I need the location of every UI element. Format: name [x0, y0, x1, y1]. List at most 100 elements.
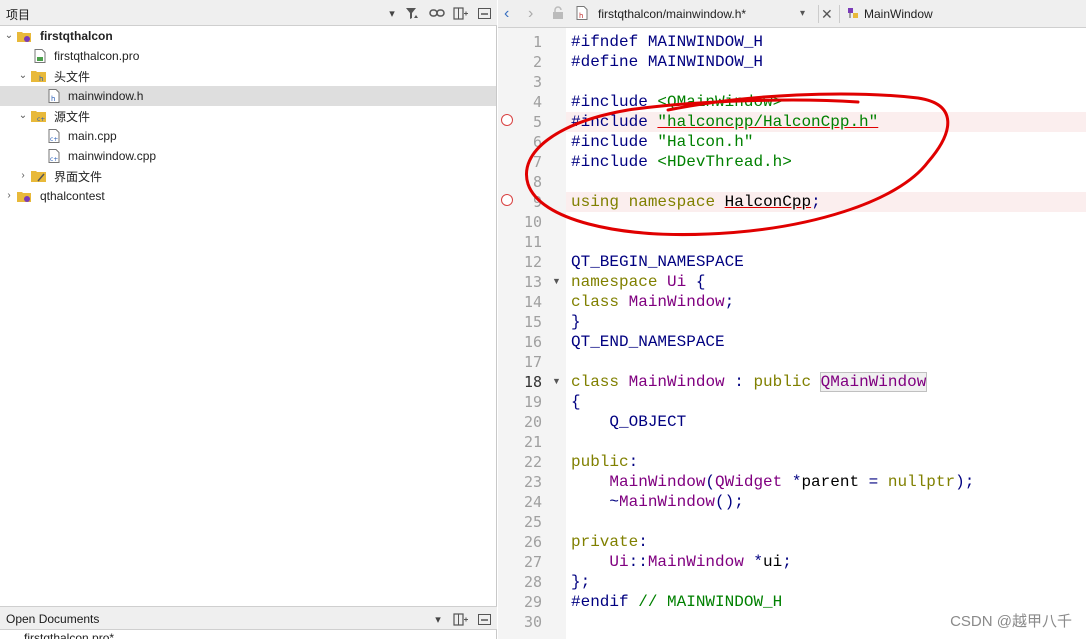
header-file-icon: h [47, 89, 61, 103]
code-line[interactable]: class MainWindow : public QMainWindow [571, 372, 928, 392]
line-number: 25 [523, 513, 542, 531]
code-line[interactable]: #endif // MAINWINDOW_H [571, 592, 782, 612]
symbol-selector[interactable]: MainWindow [864, 6, 933, 22]
tree-item-label: 头文件 [54, 69, 91, 84]
line-number: 1 [532, 33, 542, 51]
split-icon[interactable] [452, 611, 470, 627]
close-pane-icon[interactable] [476, 5, 492, 21]
cpp-file-icon: c+ [47, 129, 61, 143]
lock-icon [552, 6, 564, 22]
line-number: 17 [523, 353, 542, 371]
tree-item-label: 源文件 [54, 109, 91, 124]
class-symbol-icon [846, 6, 860, 22]
link-with-editor-icon[interactable] [428, 5, 446, 21]
expand-arrow-icon[interactable]: ⌄ [4, 31, 14, 41]
code-line[interactable]: QT_END_NAMESPACE [571, 332, 725, 352]
code-line[interactable]: MainWindow(QWidget *parent = nullptr); [571, 472, 974, 492]
watermark-text: CSDN @越甲八千 [950, 613, 1072, 630]
tree-item-main-cpp[interactable]: c+ main.cpp [0, 126, 496, 146]
forms-folder-icon [31, 169, 46, 183]
tree-item-label: firstqthalcon.pro [54, 49, 140, 63]
line-number: 10 [523, 213, 542, 231]
expand-arrow-icon[interactable]: ⌄ [18, 71, 28, 81]
project-icon [17, 189, 31, 203]
svg-text:c+: c+ [37, 116, 45, 123]
line-number: 19 [523, 393, 542, 411]
code-line[interactable]: #include "Halcon.h" [571, 132, 753, 152]
code-line[interactable]: class MainWindow; [571, 292, 734, 312]
tree-item-pro-file[interactable]: firstqthalcon.pro [0, 46, 496, 66]
svg-text:h: h [579, 12, 583, 20]
tree-item-label: firstqthalcon [40, 29, 113, 43]
line-number-gutter[interactable]: 1 2 3 4 5 6 7 8 9 10 11 12 13 14 15 16 1… [498, 28, 566, 639]
collapse-arrow-icon[interactable]: › [18, 171, 28, 181]
tree-item-mainwindow-h[interactable]: h mainwindow.h [0, 86, 496, 106]
line-number: 4 [532, 93, 542, 111]
editor-toolbar: ‹ › h firstqthalcon/mainwindow.h* ▾ ✕ Ma… [498, 0, 1086, 28]
code-line[interactable]: { [571, 392, 581, 412]
file-tab-label[interactable]: firstqthalcon/mainwindow.h* [598, 6, 746, 22]
code-line[interactable]: private: [571, 532, 648, 552]
view-select-dropdown-icon[interactable]: ▾ [386, 5, 398, 21]
tree-item-sources-folder[interactable]: ⌄ c+ 源文件 [0, 106, 496, 126]
line-number: 22 [523, 453, 542, 471]
open-documents-dropdown-icon[interactable]: ▾ [432, 611, 444, 627]
code-line[interactable]: #ifndef MAINWINDOW_H [571, 32, 763, 52]
expand-arrow-icon[interactable]: ⌄ [18, 111, 28, 121]
project-pane-header: 项目 ▾ [0, 0, 497, 26]
line-number: 7 [532, 153, 542, 171]
code-line[interactable]: public: [571, 452, 638, 472]
qt-creator-window: 项目 ▾ ⌄ firstqthalcon firstqthalcon.pro ⌄… [0, 0, 1086, 639]
tree-item-headers-folder[interactable]: ⌄ h 头文件 [0, 66, 496, 86]
file-dropdown-icon[interactable]: ▾ [800, 6, 805, 22]
tree-item-label: main.cpp [68, 129, 117, 143]
close-file-icon[interactable]: ✕ [821, 6, 833, 22]
open-document-item[interactable]: firstqthalcon.pro* [24, 631, 114, 639]
code-line[interactable]: namespace Ui { [571, 272, 705, 292]
split-icon[interactable] [452, 5, 470, 21]
tree-item-project-firstqthalcon[interactable]: ⌄ firstqthalcon [0, 26, 496, 46]
back-icon[interactable]: ‹ [504, 6, 509, 22]
open-documents-header: Open Documents ▾ [0, 606, 497, 630]
line-number: 9 [532, 193, 542, 211]
code-line[interactable]: #include <HDevThread.h> [571, 152, 792, 172]
line-number: 29 [523, 593, 542, 611]
code-line[interactable]: using namespace HalconCpp; [571, 192, 821, 212]
tree-item-label: 界面文件 [54, 169, 103, 184]
code-line[interactable]: QT_BEGIN_NAMESPACE [571, 252, 744, 272]
code-line[interactable]: } [571, 312, 581, 332]
code-line[interactable]: #include <QMainWindow> [571, 92, 782, 112]
tree-item-label: qthalcontest [40, 189, 105, 203]
fold-marker-icon[interactable]: ▼ [552, 276, 561, 286]
code-line[interactable]: ~MainWindow(); [571, 492, 743, 512]
source-folder-icon: c+ [31, 109, 46, 123]
svg-text:h: h [39, 75, 43, 83]
project-icon [17, 29, 31, 43]
line-number: 3 [532, 73, 542, 91]
close-pane-icon[interactable] [476, 611, 492, 627]
line-number: 28 [523, 573, 542, 591]
line-number: 11 [523, 233, 542, 251]
fold-marker-icon[interactable]: ▼ [552, 376, 561, 386]
svg-text:c+: c+ [50, 136, 58, 143]
code-area[interactable]: #ifndef MAINWINDOW_H #define MAINWINDOW_H… [566, 28, 1086, 639]
tree-item-mainwindow-cpp[interactable]: c+ mainwindow.cpp [0, 146, 496, 166]
line-number: 13 [523, 273, 542, 291]
collapse-arrow-icon[interactable]: › [4, 191, 14, 201]
project-pane-title: 项目 [6, 8, 31, 22]
code-line[interactable]: Ui::MainWindow *ui; [571, 552, 791, 572]
pro-file-icon [33, 49, 47, 63]
tree-item-project-qthalcontest[interactable]: › qthalcontest [0, 186, 496, 206]
forward-icon[interactable]: › [528, 6, 533, 22]
cpp-file-icon: c+ [47, 149, 61, 163]
code-line[interactable]: #define MAINWINDOW_H [571, 52, 763, 72]
code-line[interactable]: }; [571, 572, 590, 592]
filter-icon[interactable] [404, 5, 420, 21]
code-line[interactable]: Q_OBJECT [571, 412, 686, 432]
code-line[interactable]: #include "halconcpp/HalconCpp.h" [571, 112, 878, 132]
line-number: 26 [523, 533, 542, 551]
line-number-current: 18 [523, 373, 542, 391]
tree-item-forms-folder[interactable]: › 界面文件 [0, 166, 496, 186]
line-number: 16 [523, 333, 542, 351]
line-number: 20 [523, 413, 542, 431]
